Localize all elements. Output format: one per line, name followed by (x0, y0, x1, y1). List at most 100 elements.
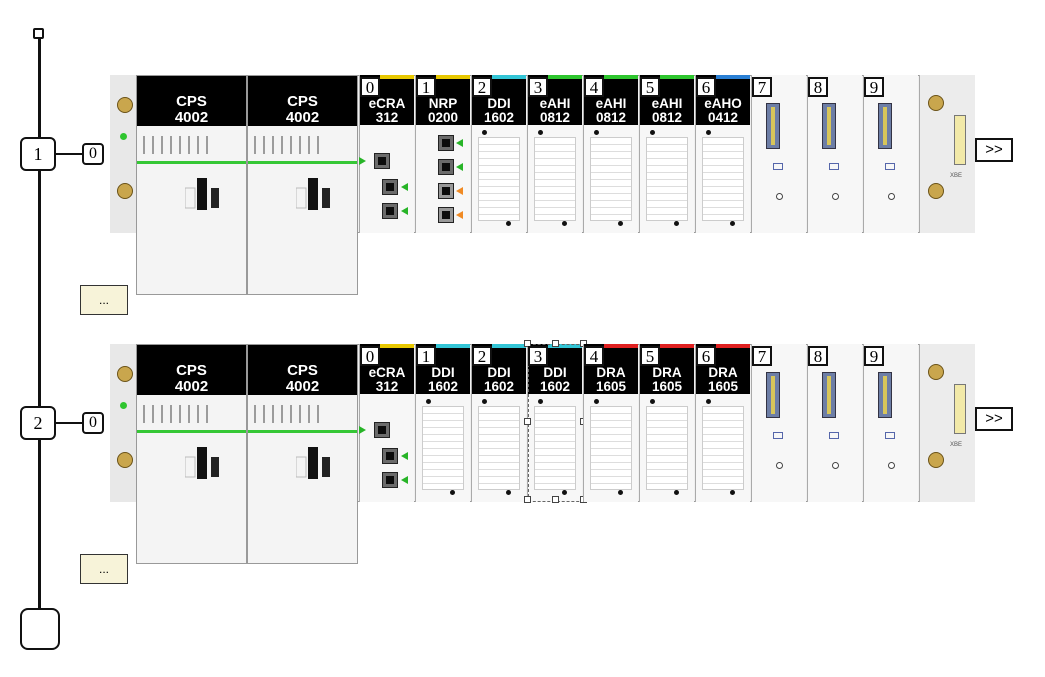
expand-rack-button[interactable]: >> (975, 138, 1013, 162)
screw-icon (928, 364, 944, 380)
ethernet-port-icon (438, 159, 454, 175)
module-led-icon (594, 399, 599, 404)
module-color-stripe (716, 344, 750, 348)
rack-slot-0[interactable]: 0 eCRA 312 (359, 75, 414, 233)
rack-slot-9[interactable]: 9 (863, 344, 918, 502)
screw-icon (928, 95, 944, 111)
io-terminal-block (534, 137, 576, 221)
expand-rack-button[interactable]: >> (975, 407, 1013, 431)
power-supply-module[interactable]: CPS 4002 (136, 75, 247, 295)
rack-slot-5[interactable]: 5 eAHI 0812 (639, 75, 694, 233)
rack-slot-8[interactable]: 8 (807, 75, 862, 233)
rack-slot-1[interactable]: 1 DDI 1602 (415, 344, 470, 502)
module-screw-icon (618, 490, 623, 495)
rack-right-end-plate: XBE (919, 344, 975, 502)
module-screw-icon (674, 490, 679, 495)
slot-indicator-icon (885, 432, 895, 439)
power-supply-module[interactable]: CPS 4002 (247, 344, 358, 564)
drop-number-box[interactable]: 2 (20, 406, 56, 440)
ethernet-port-icon (438, 135, 454, 151)
power-supply-bus-line (248, 430, 357, 433)
link-arrow-icon (456, 139, 463, 147)
slot-hole-icon (776, 193, 783, 200)
more-options-button[interactable]: ... (80, 285, 128, 315)
empty-drop-slot[interactable] (20, 608, 60, 650)
selection-handle[interactable] (552, 340, 559, 347)
slot-number-label: 7 (752, 77, 772, 97)
power-supply-bus-line (248, 161, 357, 164)
rack-slot-2[interactable]: 2 DDI 1602 (471, 75, 526, 233)
link-arrow-icon (401, 207, 408, 215)
power-supply-label: CPS 4002 (137, 76, 246, 126)
rack-slot-7[interactable]: 7 (751, 344, 806, 502)
more-options-button[interactable]: ... (80, 554, 128, 584)
slot-hole-icon (888, 193, 895, 200)
selection-handle[interactable] (552, 496, 559, 503)
slot-hole-icon (832, 462, 839, 469)
rack-slot-1[interactable]: 1 NRP 0200 (415, 75, 470, 233)
rack-slot-6[interactable]: 6 eAHO 0412 (695, 75, 750, 233)
module-color-stripe (660, 344, 694, 348)
ethernet-port-icon (382, 179, 398, 195)
drop-number-box[interactable]: 1 (20, 137, 56, 171)
link-arrow-icon (359, 426, 366, 434)
rack-slot-4[interactable]: 4 eAHI 0812 (583, 75, 638, 233)
rack-slot-2[interactable]: 2 DDI 1602 (471, 344, 526, 502)
slot-number-label: 6 (696, 346, 716, 366)
module-led-icon (650, 130, 655, 135)
rack-number-box[interactable]: 0 (82, 412, 104, 434)
rack-number-box[interactable]: 0 (82, 143, 104, 165)
power-connector-icon (295, 445, 336, 485)
empty-slot-connector-icon (822, 103, 836, 149)
slot-number-label: 0 (360, 346, 380, 366)
screw-icon (117, 366, 133, 382)
empty-slot-connector-icon (878, 103, 892, 149)
power-supply-module[interactable]: CPS 4002 (136, 344, 247, 564)
slot-number-label: 5 (640, 77, 660, 97)
slot-number-label: 8 (808, 77, 828, 97)
rack-slot-5[interactable]: 5 DRA 1605 (639, 344, 694, 502)
rack-left-bracket (110, 75, 139, 233)
screw-icon (117, 452, 133, 468)
screw-icon (117, 97, 133, 113)
power-supply-terminal-row (143, 136, 213, 154)
rack-slot-7[interactable]: 7 (751, 75, 806, 233)
rack-left-bracket (110, 344, 139, 502)
power-supply-module[interactable]: CPS 4002 (247, 75, 358, 295)
rack-extension-label: XBE (950, 442, 963, 448)
service-port-icon (374, 153, 390, 169)
slot-number-label: 4 (584, 346, 604, 366)
power-supply-label: CPS 4002 (248, 76, 357, 126)
power-supply-terminal-row (254, 405, 324, 423)
fiber-port-icon (438, 207, 454, 223)
drop-connector-line (56, 153, 82, 155)
rack-slot-3[interactable]: 3 DDI 1602 (524, 340, 587, 503)
ethernet-port-icon (382, 472, 398, 488)
power-connector-icon (184, 176, 225, 216)
rack-slot-0[interactable]: 0 eCRA 312 (359, 344, 414, 502)
slot-number-label: 0 (360, 77, 380, 97)
ethernet-port-icon (382, 448, 398, 464)
link-arrow-icon (401, 452, 408, 460)
io-terminal-block (478, 406, 520, 490)
rack-slot-9[interactable]: 9 (863, 75, 918, 233)
slot-number-label: 9 (864, 346, 884, 366)
selection-handle[interactable] (524, 418, 531, 425)
slot-number-label: 3 (528, 346, 548, 366)
rack-slot-3[interactable]: 3 eAHI 0812 (527, 75, 582, 233)
power-supply-label: CPS 4002 (137, 345, 246, 395)
bus-backbone-line (38, 39, 41, 609)
rack-right-end-plate: XBE (919, 75, 975, 233)
bus-top-terminator (33, 28, 44, 39)
power-supply-bus-line (137, 161, 246, 164)
screw-icon (928, 452, 944, 468)
rack-slot-6[interactable]: 6 DRA 1605 (695, 344, 750, 502)
link-arrow-icon (456, 163, 463, 171)
status-led-icon (120, 402, 127, 409)
empty-slot-connector-icon (878, 372, 892, 418)
rack-slot-8[interactable]: 8 (807, 344, 862, 502)
module-color-stripe (716, 75, 750, 79)
rack-slot-4[interactable]: 4 DRA 1605 (583, 344, 638, 502)
io-terminal-block (478, 137, 520, 221)
selection-handle[interactable] (524, 496, 531, 503)
